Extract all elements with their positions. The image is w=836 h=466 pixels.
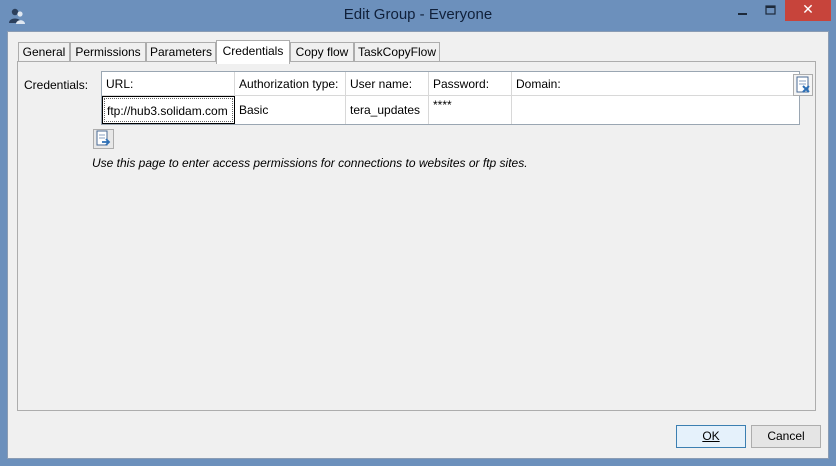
cancel-button[interactable]: Cancel [751, 425, 821, 448]
close-button[interactable]: ✕ [785, 0, 831, 21]
tab-permissions[interactable]: Permissions [70, 42, 146, 63]
column-header-auth-type[interactable]: Authorization type: [235, 72, 346, 96]
edit-group-dialog: Edit Group - Everyone ✕ General Permissi… [0, 0, 836, 466]
cell-auth-type[interactable]: Basic [235, 96, 346, 124]
cell-domain[interactable] [512, 96, 799, 124]
cell-url[interactable]: ftp://hub3.solidam.com [102, 96, 235, 124]
credentials-label: Credentials: [24, 78, 89, 92]
credentials-help-text: Use this page to enter access permission… [92, 156, 528, 170]
ok-button[interactable]: OK [676, 425, 746, 448]
tab-taskcopyflow[interactable]: TaskCopyFlow [354, 42, 440, 63]
delete-document-icon [796, 76, 810, 93]
maximize-icon [765, 5, 776, 15]
column-header-url[interactable]: URL: [102, 72, 235, 96]
window-title: Edit Group - Everyone [343, 6, 493, 23]
tab-copy-flow[interactable]: Copy flow [290, 42, 354, 63]
maximize-button[interactable] [757, 1, 784, 21]
tab-parameters[interactable]: Parameters [146, 42, 216, 63]
dialog-body: General Permissions Parameters Credentia… [7, 31, 829, 459]
tab-credentials[interactable]: Credentials [216, 40, 290, 64]
credentials-grid[interactable]: URL: Authorization type: User name: Pass… [101, 71, 800, 125]
close-icon: ✕ [802, 2, 814, 18]
add-row-button[interactable] [93, 129, 114, 149]
tab-general[interactable]: General [18, 42, 70, 63]
minimize-button[interactable] [729, 1, 756, 21]
cell-password[interactable]: **** [429, 96, 512, 124]
column-header-domain[interactable]: Domain: [512, 72, 799, 96]
credentials-panel: Credentials: URL: Authorization type: Us… [17, 61, 816, 411]
title-bar[interactable]: Edit Group - Everyone ✕ [0, 0, 836, 31]
column-header-user-name[interactable]: User name: [346, 72, 429, 96]
cancel-button-label: Cancel [767, 429, 805, 443]
add-document-icon [96, 130, 111, 146]
cell-user-name[interactable]: tera_updates [346, 96, 429, 124]
column-header-password[interactable]: Password: [429, 72, 512, 96]
delete-row-button[interactable] [793, 74, 813, 96]
ok-button-label: OK [702, 429, 720, 443]
